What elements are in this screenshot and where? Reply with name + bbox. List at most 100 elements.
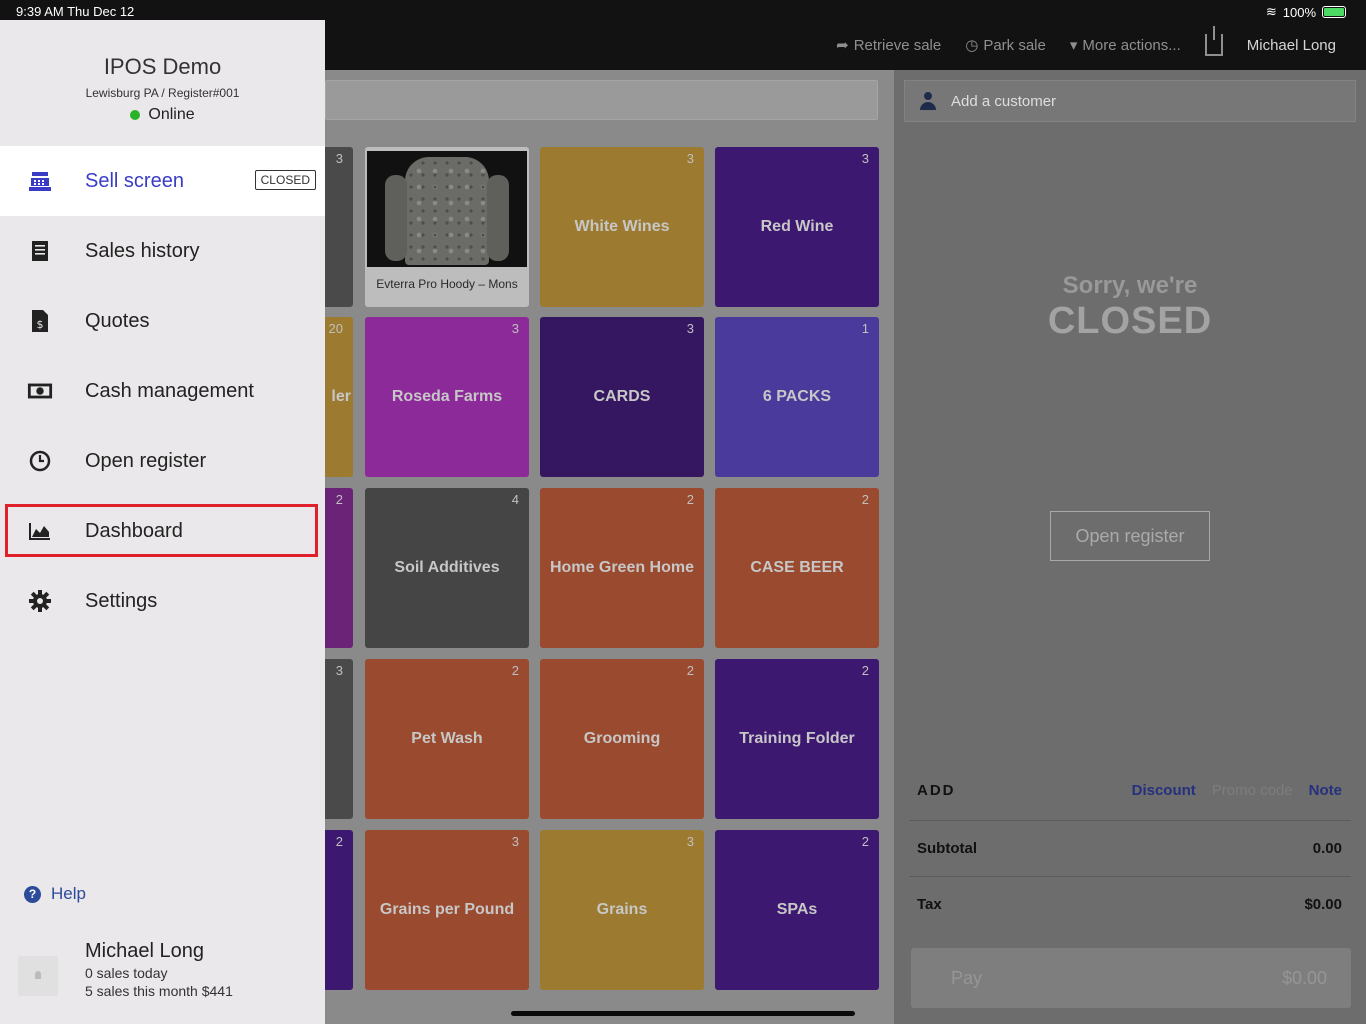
- category-tile[interactable]: 3 Grains: [540, 830, 704, 990]
- home-indicator[interactable]: [511, 1011, 855, 1016]
- user-name: Michael Long: [85, 940, 204, 962]
- tile-label: CARDS: [593, 388, 651, 405]
- sidebar-item-sell-screen[interactable]: Sell screen CLOSED: [0, 146, 325, 216]
- gear-icon: [27, 588, 53, 614]
- closed-badge: CLOSED: [254, 170, 316, 190]
- pay-label: Pay: [951, 967, 983, 988]
- tile-count: 3: [686, 151, 694, 166]
- sales-this-month: 5 sales this month $441: [85, 983, 233, 999]
- tile-count: 4: [511, 492, 519, 507]
- add-label: ADD: [917, 782, 956, 799]
- hoody-image: [385, 157, 509, 265]
- tile-count: 3: [686, 321, 694, 336]
- category-tile[interactable]: 2 Training Folder: [715, 659, 879, 819]
- register-icon: [27, 168, 53, 194]
- tax-row: Tax $0.00: [917, 896, 1342, 913]
- tile-label: Pet Wash: [411, 730, 483, 747]
- category-tile[interactable]: 2 Home Green Home: [540, 488, 704, 648]
- tile-count: 3: [511, 321, 519, 336]
- svg-text:$: $: [37, 318, 44, 331]
- product-grid-area: 3 Evterra Pro Hoody – Mons 3 White Wines 3 Re…: [189, 70, 894, 1024]
- search-bar[interactable]: [325, 80, 878, 120]
- note-link[interactable]: Note: [1309, 782, 1342, 799]
- park-sale-button[interactable]: ◷ Park sale: [965, 36, 1046, 55]
- sidebar-item-label: Open register: [85, 449, 207, 472]
- category-tile[interactable]: 2 CASE BEER: [715, 488, 879, 648]
- tile-label: Soil Additives: [394, 559, 500, 576]
- category-tile[interactable]: 3 Grains per Pound: [365, 830, 529, 990]
- tile-label: White Wines: [574, 218, 670, 235]
- toolbar-user-name[interactable]: Michael Long: [1247, 37, 1336, 54]
- retrieve-sale-button[interactable]: ➦ Retrieve sale: [836, 36, 941, 55]
- tile-count: 2: [861, 834, 869, 849]
- divider: [909, 820, 1351, 821]
- add-customer-field[interactable]: Add a customer: [904, 80, 1356, 122]
- tile-label: Home Green Home: [549, 559, 695, 576]
- help-link[interactable]: ? Help: [24, 884, 86, 904]
- tile-label: Roseda Farms: [391, 388, 503, 405]
- battery-icon: [1322, 6, 1346, 18]
- battery-percent: 100%: [1282, 4, 1316, 20]
- avatar: [18, 956, 58, 996]
- tile-label: Grains: [596, 901, 648, 918]
- closed-message: Sorry, we're: [1062, 272, 1198, 299]
- tile-label: CASE BEER: [750, 559, 844, 576]
- tile-label: Grooming: [583, 730, 661, 747]
- tile-count: 2: [686, 663, 694, 678]
- sidebar-item-label: Settings: [85, 589, 158, 612]
- tile-count: 3: [861, 151, 869, 166]
- promo-code-link[interactable]: Promo code: [1212, 782, 1293, 799]
- tile-count: 2: [335, 834, 343, 849]
- share-icon[interactable]: [1204, 26, 1223, 56]
- category-tile[interactable]: 2 SPAs: [715, 830, 879, 990]
- category-tile[interactable]: 2 Pet Wash: [365, 659, 529, 819]
- pay-button[interactable]: Pay $0.00: [911, 948, 1351, 1008]
- tile-label: Training Folder: [739, 730, 855, 747]
- sidebar-drawer: IPOS Demo Lewisburg PA / Register#001 On…: [0, 20, 325, 1024]
- tile-label: ler: [331, 388, 351, 405]
- sidebar-item-label: Sales history: [85, 239, 200, 262]
- discount-link[interactable]: Discount: [1132, 782, 1196, 799]
- cash-icon: [27, 378, 53, 404]
- status-indicators: ≋ 100%: [1266, 4, 1346, 20]
- sidebar-item-settings[interactable]: Settings: [0, 566, 325, 636]
- subtotal-row: Subtotal 0.00: [917, 840, 1342, 857]
- category-tile[interactable]: 3 CARDS: [540, 317, 704, 477]
- sidebar-item-sales-history[interactable]: Sales history: [0, 216, 325, 286]
- category-tile[interactable]: 1 6 PACKS: [715, 317, 879, 477]
- add-links: Discount Promo code Note: [1132, 782, 1342, 799]
- more-actions-button[interactable]: ▾ More actions...: [1070, 36, 1181, 55]
- current-user-summary: Michael Long 0 sales today 5 sales this …: [18, 940, 233, 999]
- category-tile[interactable]: 4 Soil Additives: [365, 488, 529, 648]
- sidebar-item-cash-management[interactable]: Cash management: [0, 356, 325, 426]
- wifi-icon: ≋: [1265, 4, 1277, 19]
- tile-count: 3: [686, 834, 694, 849]
- online-dot-icon: [130, 110, 141, 120]
- closed-heading: CLOSED: [1047, 300, 1213, 342]
- tile-label: SPAs: [776, 901, 818, 918]
- tax-label: Tax: [917, 896, 942, 913]
- store-name: IPOS Demo: [103, 54, 222, 79]
- open-register-button[interactable]: Open register: [1050, 511, 1210, 561]
- category-tile[interactable]: 2 Grooming: [540, 659, 704, 819]
- tile-count: 20: [328, 321, 343, 336]
- sidebar-item-quotes[interactable]: $ Quotes: [0, 286, 325, 356]
- sidebar-item-label: Cash management: [85, 379, 254, 402]
- category-tile[interactable]: 3 Roseda Farms: [365, 317, 529, 477]
- product-image: [367, 151, 527, 267]
- category-tile[interactable]: 3 Red Wine: [715, 147, 879, 307]
- store-location: Lewisburg PA / Register#001: [85, 86, 240, 100]
- product-tile-image[interactable]: Evterra Pro Hoody – Mons: [365, 147, 529, 307]
- clock-icon: [27, 448, 53, 474]
- receipt-icon: [27, 238, 53, 264]
- tile-count: 3: [335, 663, 343, 678]
- sidebar-item-label: Sell screen: [85, 169, 184, 192]
- sale-panel: Add a customer Sorry, we're CLOSED Open …: [894, 70, 1366, 1024]
- tile-count: 2: [861, 492, 869, 507]
- tile-label: Red Wine: [760, 218, 834, 235]
- category-tile[interactable]: 3 White Wines: [540, 147, 704, 307]
- status-time: 9:39 AM Thu Dec 12: [16, 4, 135, 19]
- tile-count: 3: [335, 151, 343, 166]
- subtotal-label: Subtotal: [917, 840, 977, 857]
- sidebar-item-open-register[interactable]: Open register: [0, 426, 325, 496]
